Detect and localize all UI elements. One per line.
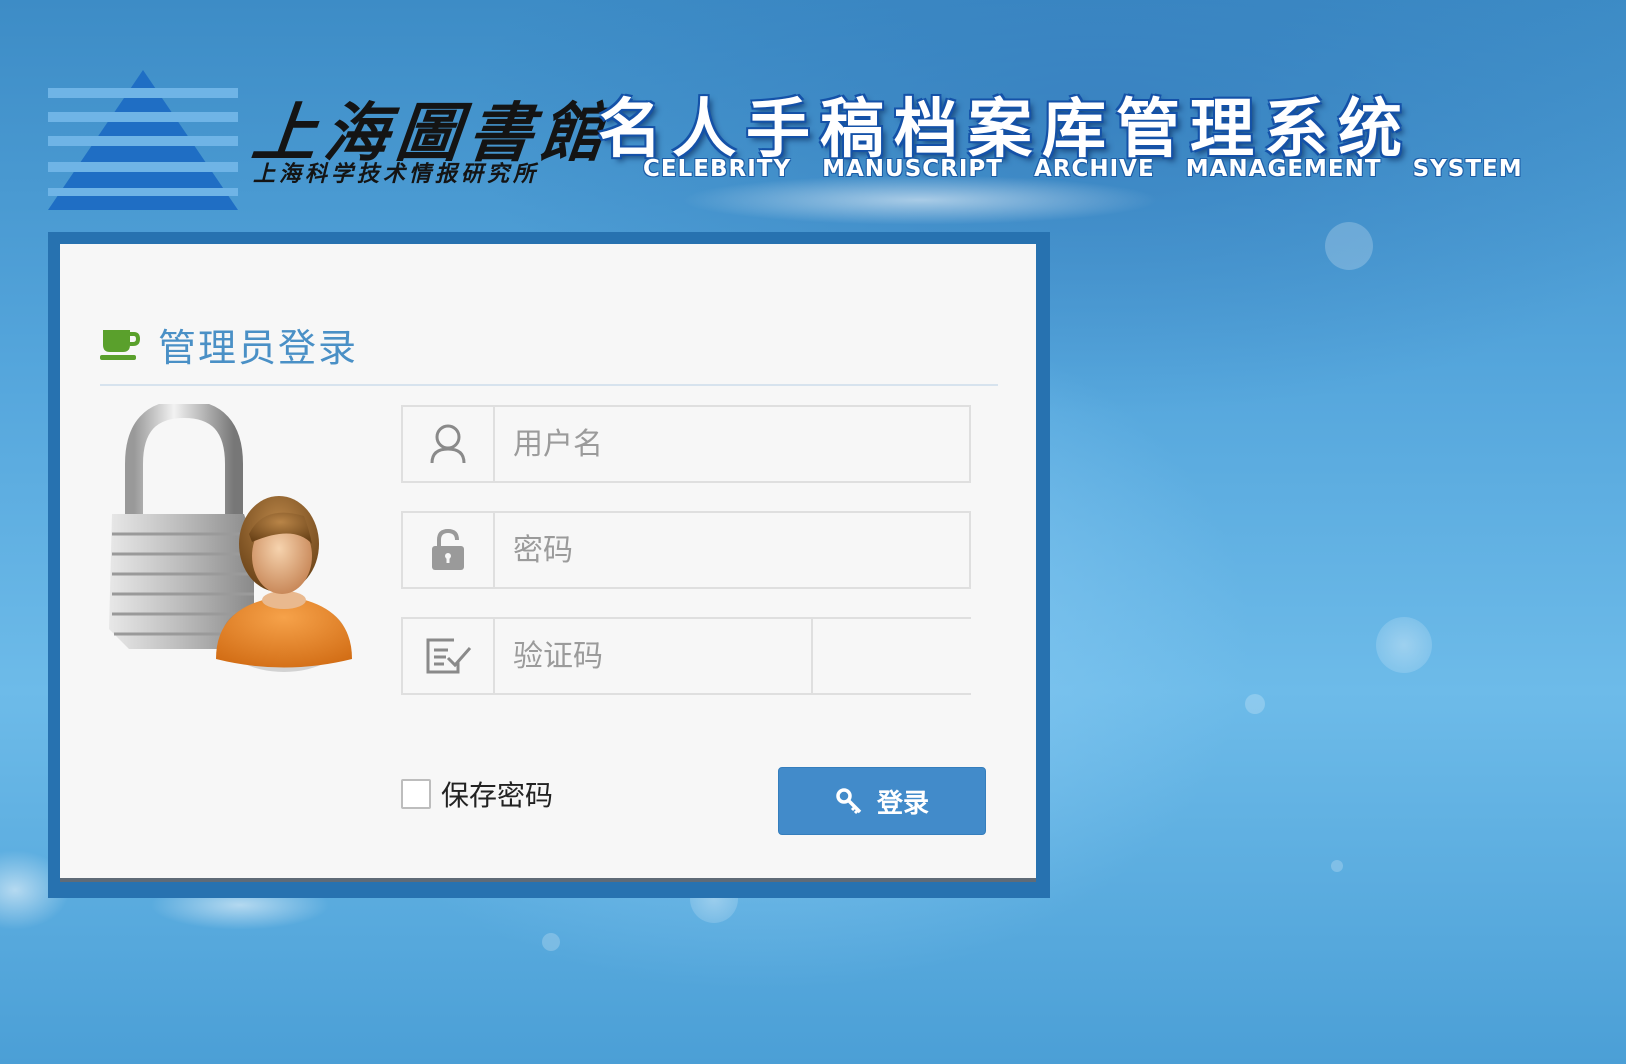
login-panel-frame: 管理员登录 用户名 验证码 保存密码 登录	[48, 232, 1050, 898]
password-field[interactable]	[401, 511, 971, 589]
captcha-input[interactable]	[513, 619, 813, 693]
library-subtitle: 上海科学技术情报研究所	[253, 161, 540, 187]
remember-password-checkbox[interactable]	[401, 779, 431, 809]
password-input[interactable]	[513, 513, 953, 587]
remember-password[interactable]: 保存密码	[401, 774, 553, 814]
login-button-label: 登录	[876, 788, 929, 819]
login-panel-header: 管理员登录	[100, 314, 358, 374]
captcha-icon-cell	[403, 619, 495, 693]
background-bokeh	[1325, 222, 1373, 270]
login-button[interactable]: 登录	[778, 767, 986, 835]
username-icon-cell	[403, 407, 495, 481]
username-field[interactable]	[401, 405, 971, 483]
password-icon-cell	[403, 513, 495, 587]
lock-icon	[432, 528, 464, 570]
background-bokeh	[1331, 860, 1343, 872]
login-panel-title: 管理员登录	[158, 325, 359, 370]
remember-password-label: 保存密码	[441, 779, 554, 812]
background-bokeh	[1245, 694, 1265, 714]
title-divider	[100, 384, 998, 386]
login-panel: 管理员登录 用户名 验证码 保存密码 登录	[60, 244, 1036, 882]
page-header: 上海圖書館 上海科学技术情报研究所 名人手稿档案库管理系统 CELEBRITY …	[48, 60, 1548, 220]
coffee-cup-icon	[100, 330, 140, 360]
background-bokeh	[542, 933, 560, 951]
user-icon	[430, 424, 466, 464]
username-input[interactable]	[513, 407, 953, 481]
system-title-english: CELEBRITY MANUSCRIPT ARCHIVE MANAGEMENT …	[643, 156, 1523, 182]
key-icon	[836, 788, 862, 815]
captcha-field[interactable]	[401, 617, 971, 695]
verify-form-icon	[426, 638, 472, 674]
captcha-image[interactable]	[811, 619, 971, 693]
pyramid-logo-icon	[48, 70, 238, 210]
padlock-user-icon	[109, 404, 352, 672]
background-bokeh	[1376, 617, 1432, 673]
